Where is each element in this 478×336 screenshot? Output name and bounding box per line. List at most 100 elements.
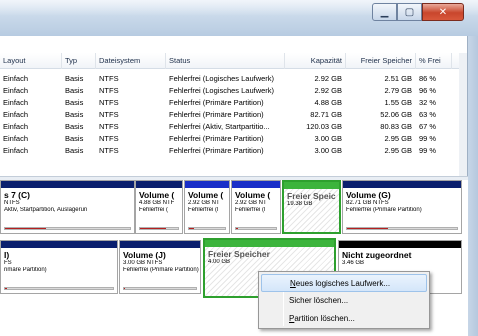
partition-title: Freier Speicher	[208, 249, 270, 259]
table-cell: Einfach	[3, 86, 29, 95]
column-header-cell[interactable]: Layout	[0, 53, 62, 69]
partition-status: Fehlerfrei (Primäre Partition)	[346, 207, 422, 213]
partition-title: Volume (	[188, 190, 224, 200]
partition-title: Volume (	[235, 190, 271, 200]
table-cell: NTFS	[99, 122, 119, 131]
partition-status: Fehlerfrei (l	[188, 207, 219, 213]
menu-item-label: artition löschen...	[294, 314, 355, 323]
partition-block[interactable]: Volume (4.88 GB NTF Fehlerfrei (	[135, 180, 183, 234]
table-cell: 2.95 GB	[384, 134, 412, 143]
table-cell: NTFS	[99, 110, 119, 119]
partition-title: Volume (G)	[346, 190, 391, 200]
table-row[interactable]: Einfach Basis NTFS Fehlerfrei (Primäre Part…	[0, 145, 460, 156]
partition-status: Fehlerfrei (	[139, 207, 169, 213]
table-row[interactable]: Einfach Basis NTFS Fehlerfrei (Primäre Part…	[0, 109, 460, 120]
table-cell: 3.00 GB	[314, 146, 342, 155]
partition-title: Freier Speic	[287, 191, 336, 201]
partition-block[interactable]: Volume (J) 3.00 GB NTFS Fehlerfrei (Primär…	[119, 240, 201, 294]
minimize-icon[interactable]: ▁	[372, 3, 397, 21]
context-menu-item[interactable]: Neues logisches Laufwerk...	[261, 274, 427, 292]
usage-fill	[347, 228, 388, 229]
table-cell: 80.83 GB	[380, 122, 412, 131]
table-cell: NTFS	[99, 74, 119, 83]
table-cell: 67 %	[419, 122, 437, 131]
table-cell: Einfach	[3, 146, 29, 155]
partition-title: I)	[4, 250, 10, 260]
table-row[interactable]: Einfach Basis NTFS Fehlerfrei (Primäre Part…	[0, 133, 460, 144]
table-cell: Fehlerfrei (Primäre Partition)	[169, 98, 264, 107]
column-header-cell[interactable]: Freier Speicher	[346, 53, 416, 69]
column-header: Layout Typ Dateisystem Status Kapazität Freie…	[0, 53, 460, 69]
table-row[interactable]: Einfach Basis NTFS Fehlerfrei (Primäre Part…	[0, 97, 460, 108]
usage-bar	[139, 227, 179, 230]
table-cell: Basis	[65, 146, 84, 155]
table-cell: NTFS	[99, 134, 119, 143]
table-cell: 4.88 GB	[314, 98, 342, 107]
partition-color-bar	[232, 181, 280, 188]
partition-size: 3.00 GB NTFS	[123, 260, 163, 266]
partition-color-bar	[136, 181, 182, 188]
partition-size: 82.71 GB NTFS	[346, 200, 389, 206]
usage-fill	[140, 228, 166, 229]
partition-color-bar	[339, 241, 461, 248]
table-cell: NTFS	[99, 146, 119, 155]
partition-size: 3.46 GB	[342, 260, 365, 266]
volume-list: Layout Typ Dateisystem Status Kapazität Freie…	[0, 36, 468, 178]
table-cell: Basis	[65, 122, 84, 131]
partition-color-bar	[185, 181, 229, 188]
usage-fill	[5, 228, 47, 229]
table-cell: 1.55 GB	[384, 98, 412, 107]
usage-bar	[188, 227, 226, 230]
column-header-cell[interactable]: Kapazität	[285, 53, 346, 69]
partition-size: 4.00 GB	[208, 259, 231, 265]
partition-size: 2.92 GB NT	[188, 200, 220, 206]
partition-block[interactable]: Volume (2.92 GB NT Fehlerfrei (l	[231, 180, 281, 234]
table-cell: 120.03 GB	[306, 122, 342, 131]
close-icon[interactable]: ✕	[422, 3, 464, 21]
usage-fill	[124, 288, 126, 289]
table-cell: Basis	[65, 98, 84, 107]
partition-block[interactable]: s 7 (C) NTFS Aktiv, Startpartition, Auslag…	[0, 180, 135, 234]
partition-block[interactable]: Freier Speic 19.38 GB	[282, 180, 341, 234]
partition-status: Aktiv, Startpartition, Auslagerun	[4, 207, 88, 213]
vertical-scrollbar[interactable]	[459, 53, 467, 178]
table-cell: NTFS	[99, 86, 119, 95]
column-header-cell[interactable]: Typ	[62, 53, 96, 69]
partition-size: 19.38 GB	[287, 201, 313, 207]
partition-status: Fehlerfrei (l	[235, 207, 266, 213]
table-row[interactable]: Einfach Basis NTFS Fehlerfrei (Logisches La…	[0, 85, 460, 96]
maximize-icon[interactable]: ▢	[397, 3, 422, 21]
partition-block[interactable]: Volume (G) 82.71 GB NTFS Fehlerfrei (Primä…	[342, 180, 462, 234]
partition-size: FS	[4, 260, 12, 266]
context-menu-item[interactable]: Sicher löschen...	[261, 292, 427, 310]
table-cell: NTFS	[99, 98, 119, 107]
table-cell: Einfach	[3, 98, 29, 107]
usage-bar	[123, 287, 197, 290]
partition-color-bar	[284, 182, 339, 189]
partition-status: rimäre Partition)	[4, 267, 47, 273]
table-cell: 63 %	[419, 110, 437, 119]
partition-color-bar	[1, 181, 134, 188]
table-cell: 2.95 GB	[384, 146, 412, 155]
table-row[interactable]: Einfach Basis NTFS Fehlerfrei (Aktiv, Start…	[0, 121, 460, 132]
table-cell: Fehlerfrei (Primäre Partition)	[169, 110, 264, 119]
column-header-cell[interactable]: % Frei	[416, 53, 452, 69]
partition-title: s 7 (C)	[4, 190, 30, 200]
table-row[interactable]: Einfach Basis NTFS Fehlerfrei (Logisches La…	[0, 73, 460, 84]
menu-item-label: eues logisches Laufwerk...	[295, 279, 391, 288]
partition-title: Volume (	[139, 190, 175, 200]
usage-bar	[4, 287, 114, 290]
context-menu-item[interactable]: Partition löschen...	[261, 310, 427, 328]
context-menu: Neues logisches Laufwerk... Sicher lösche…	[258, 271, 430, 329]
partition-title: Volume (J)	[123, 250, 166, 260]
table-cell: 99 %	[419, 134, 437, 143]
table-cell: 2.51 GB	[384, 74, 412, 83]
column-header-cell[interactable]: Status	[166, 53, 285, 69]
table-cell: 3.00 GB	[314, 134, 342, 143]
column-header-cell[interactable]: Dateisystem	[96, 53, 166, 69]
table-cell: Einfach	[3, 74, 29, 83]
partition-block[interactable]: Volume (2.92 GB NT Fehlerfrei (l	[184, 180, 230, 234]
table-cell: Einfach	[3, 110, 29, 119]
partition-block[interactable]: I) FS rimäre Partition)	[0, 240, 118, 294]
table-cell: Fehlerfrei (Logisches Laufwerk)	[169, 86, 275, 95]
